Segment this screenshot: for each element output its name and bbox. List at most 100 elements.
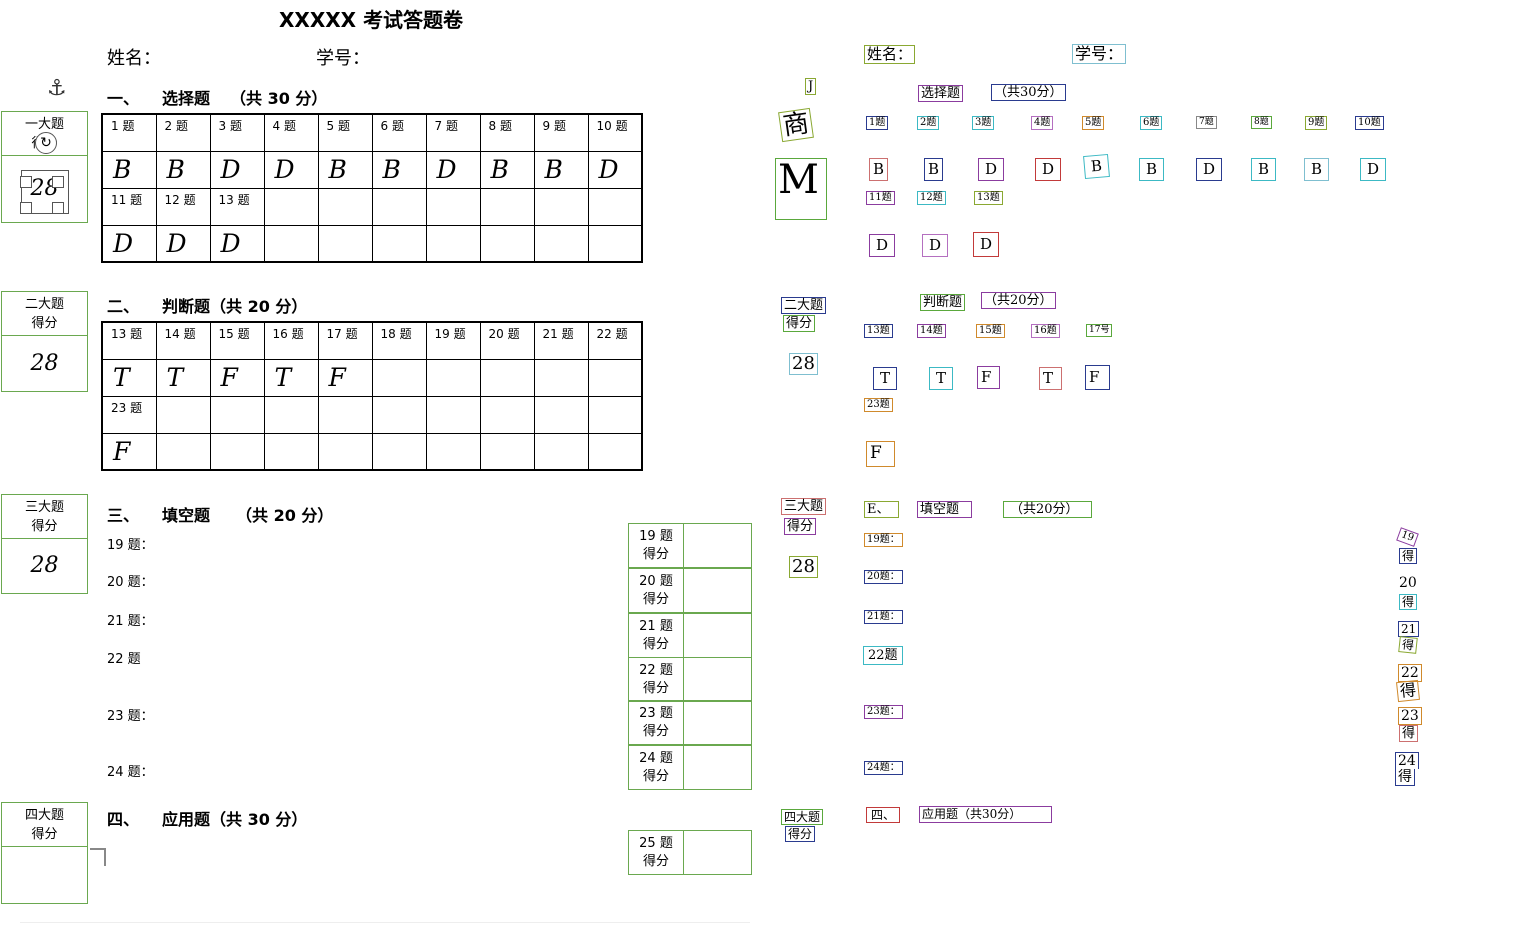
- table-cell: [263, 395, 319, 434]
- section-1-name: 选择题: [162, 89, 211, 108]
- answer-cell[interactable]: [425, 358, 481, 397]
- annotation-box: 学号：: [1072, 44, 1127, 64]
- question-score-box: 24 题 得分: [628, 745, 752, 790]
- annotation-box: 二大题: [781, 297, 827, 314]
- answer-cell[interactable]: F: [317, 358, 373, 397]
- table-row: 13 题 14 题 15 题 16 题 17 题 18 题 19 题 20 题 21 题 22 题: [101, 321, 643, 360]
- answer-cell[interactable]: F: [209, 358, 265, 397]
- table-cell: [317, 395, 373, 434]
- section-2-score-header: 二大题 得分: [2, 292, 87, 336]
- annotation-box: （共30分）: [991, 84, 1066, 101]
- resize-handle-left[interactable]: [20, 176, 32, 188]
- table-cell: [587, 187, 643, 226]
- answer-cell[interactable]: B: [155, 150, 211, 189]
- answer-cell[interactable]: [371, 358, 427, 397]
- fill-question-label: 19 题：: [107, 538, 154, 553]
- annotation-box: 23: [1398, 707, 1422, 725]
- answer-cell[interactable]: T: [101, 358, 157, 397]
- table-cell: 17 题: [317, 321, 373, 360]
- answer-cell[interactable]: [587, 358, 643, 397]
- answer-cell[interactable]: [479, 432, 535, 471]
- annotation-box: 得: [1398, 636, 1418, 654]
- annotation-box: 姓名：: [864, 45, 916, 64]
- answer-cell[interactable]: T: [155, 358, 211, 397]
- annotation-box: 28: [789, 353, 818, 375]
- answer-cell[interactable]: [263, 224, 319, 263]
- annotation-box: J: [805, 78, 817, 95]
- answer-cell[interactable]: D: [155, 224, 211, 263]
- table-cell: 8 题: [479, 113, 535, 152]
- question-score-value[interactable]: [684, 524, 751, 567]
- table-cell: [263, 187, 319, 226]
- annotation-box: D: [978, 158, 1005, 181]
- rotate-handle-icon[interactable]: ↻: [35, 132, 57, 154]
- section-2-score[interactable]: 28: [2, 336, 87, 391]
- answer-cell[interactable]: [371, 432, 427, 471]
- answer-cell[interactable]: [479, 358, 535, 397]
- answer-cell[interactable]: [263, 432, 319, 471]
- fill-question-label: 20 题：: [107, 575, 154, 590]
- table-row: 11 题 12 题 13 题: [101, 187, 643, 226]
- annotation-box: 得分: [783, 315, 816, 332]
- answer-cell[interactable]: [533, 224, 589, 263]
- section-3-number: 三、: [107, 506, 140, 525]
- answer-cell[interactable]: [209, 432, 265, 471]
- resize-handle-bottom-right[interactable]: [52, 202, 64, 214]
- answer-cell[interactable]: D: [587, 150, 643, 189]
- section-4-score[interactable]: [2, 847, 87, 903]
- answer-cell[interactable]: D: [209, 150, 265, 189]
- table-cell: [371, 395, 427, 434]
- table-cell: 18 题: [371, 321, 427, 360]
- answer-cell[interactable]: [425, 224, 481, 263]
- annotation-box: 得: [1399, 725, 1419, 742]
- answer-cell[interactable]: [371, 224, 427, 263]
- resize-handle-bottom-left[interactable]: [20, 202, 32, 214]
- question-score-value[interactable]: [684, 746, 751, 789]
- table-cell: 6 题: [371, 113, 427, 152]
- question-score-value[interactable]: [684, 831, 751, 874]
- question-score-value[interactable]: [684, 614, 751, 657]
- table-cell: 19 题: [425, 321, 481, 360]
- answer-cell[interactable]: B: [317, 150, 373, 189]
- answer-cell[interactable]: [533, 358, 589, 397]
- annotation-box: 7题: [1196, 116, 1217, 129]
- annotation-box: 22题: [863, 646, 903, 665]
- answer-cell[interactable]: T: [263, 358, 319, 397]
- answer-cell[interactable]: [155, 432, 211, 471]
- answer-cell[interactable]: B: [371, 150, 427, 189]
- annotation-box: D: [1035, 158, 1062, 181]
- question-score-value[interactable]: [684, 701, 751, 744]
- annotation-box: 11题: [866, 191, 895, 205]
- section-3-name: 填空题: [162, 506, 211, 525]
- answer-cell[interactable]: D: [263, 150, 319, 189]
- answer-cell[interactable]: [587, 224, 643, 263]
- annotation-box: B: [1251, 158, 1277, 181]
- table-cell: 22 题: [587, 321, 643, 360]
- annotation-box: B: [1139, 158, 1165, 181]
- section-3-score[interactable]: 28: [2, 539, 87, 593]
- answer-cell[interactable]: [317, 432, 373, 471]
- annotation-box: 22: [1398, 664, 1422, 682]
- annotation-box: B: [1304, 158, 1330, 181]
- answer-cell[interactable]: D: [425, 150, 481, 189]
- answer-cell[interactable]: B: [533, 150, 589, 189]
- answer-cell[interactable]: D: [209, 224, 265, 263]
- answer-cell[interactable]: B: [479, 150, 535, 189]
- answer-cell[interactable]: [533, 432, 589, 471]
- annotation-box: 得: [1399, 594, 1418, 610]
- annotation-box: 28: [789, 556, 818, 578]
- question-score-value[interactable]: [684, 658, 751, 701]
- answer-cell[interactable]: [479, 224, 535, 263]
- table-row: F: [101, 432, 643, 471]
- annotation-box: M: [775, 158, 827, 220]
- answer-cell[interactable]: [587, 432, 643, 471]
- answer-cell[interactable]: [425, 432, 481, 471]
- answer-cell[interactable]: [317, 224, 373, 263]
- answer-cell[interactable]: D: [101, 224, 157, 263]
- resize-handle-right[interactable]: [52, 176, 64, 188]
- answer-cell[interactable]: B: [101, 150, 157, 189]
- annotation-box: 得: [1395, 769, 1415, 786]
- answer-cell[interactable]: F: [101, 432, 157, 471]
- question-score-value[interactable]: [684, 569, 751, 612]
- table-cell: [425, 187, 481, 226]
